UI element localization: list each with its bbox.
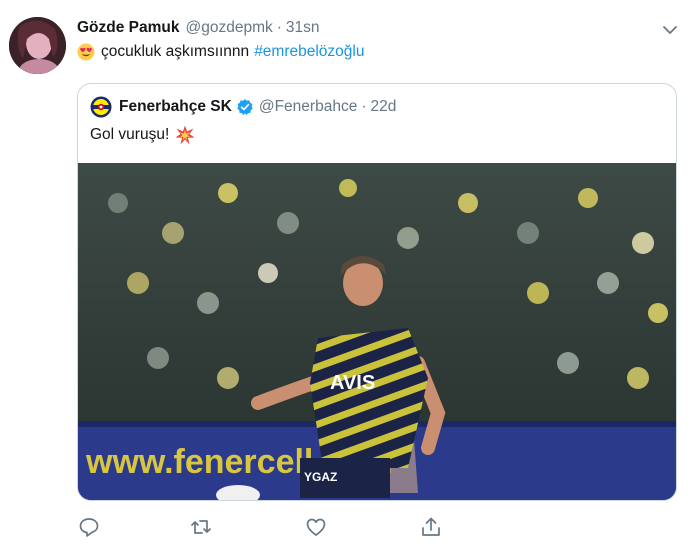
quoted-body: Gol vuruşu! bbox=[90, 126, 170, 143]
author-name[interactable]: Gözde Pamuk bbox=[77, 19, 180, 37]
shorts-sponsor-text: YGAZ bbox=[304, 470, 337, 484]
share-icon[interactable] bbox=[419, 515, 443, 539]
reply-icon[interactable] bbox=[77, 515, 101, 539]
quoted-author-name[interactable]: Fenerbahçe SK bbox=[119, 98, 232, 116]
quoted-separator-dot: · bbox=[361, 98, 367, 115]
fenerbahce-logo-icon[interactable] bbox=[90, 96, 112, 118]
timestamp[interactable]: 31sn bbox=[286, 19, 320, 37]
tweet-actions bbox=[77, 515, 497, 541]
quoted-tweet-header: Fenerbahçe SK @Fenerbahce · 22d bbox=[90, 96, 396, 118]
tweet-header: Gözde Pamuk @gozdepmk · 31sn bbox=[77, 19, 320, 41]
tweet-text: çocukluk aşkımsıınnn #emrebelözoğlu bbox=[77, 43, 364, 61]
avatar[interactable] bbox=[9, 17, 66, 74]
tweet[interactable]: Gözde Pamuk @gozdepmk · 31sn çocukluk aş… bbox=[0, 0, 700, 550]
author-handle[interactable]: @gozdepmk bbox=[186, 19, 273, 37]
chevron-down-icon[interactable] bbox=[662, 22, 678, 38]
quoted-tweet[interactable]: Fenerbahçe SK @Fenerbahce · 22d Gol vuru… bbox=[77, 83, 677, 501]
quoted-author-handle[interactable]: @Fenerbahce bbox=[259, 98, 357, 116]
collision-emoji-icon bbox=[175, 125, 195, 145]
quoted-timestamp[interactable]: 22d bbox=[371, 98, 397, 116]
verified-badge-icon bbox=[237, 99, 253, 116]
retweet-icon[interactable] bbox=[189, 515, 213, 539]
heart-eyes-emoji-icon bbox=[77, 43, 95, 61]
jersey-sponsor-text: AVIS bbox=[330, 372, 375, 394]
tweet-body: çocukluk aşkımsıınnn bbox=[101, 43, 250, 60]
like-icon[interactable] bbox=[304, 515, 328, 539]
quoted-tweet-text: Gol vuruşu! bbox=[90, 124, 195, 146]
separator-dot: · bbox=[276, 19, 282, 36]
hashtag-link[interactable]: #emrebelözoğlu bbox=[254, 43, 364, 61]
tweet-photo[interactable]: www.fenercell.com AVIS YGAZ bbox=[78, 163, 676, 500]
